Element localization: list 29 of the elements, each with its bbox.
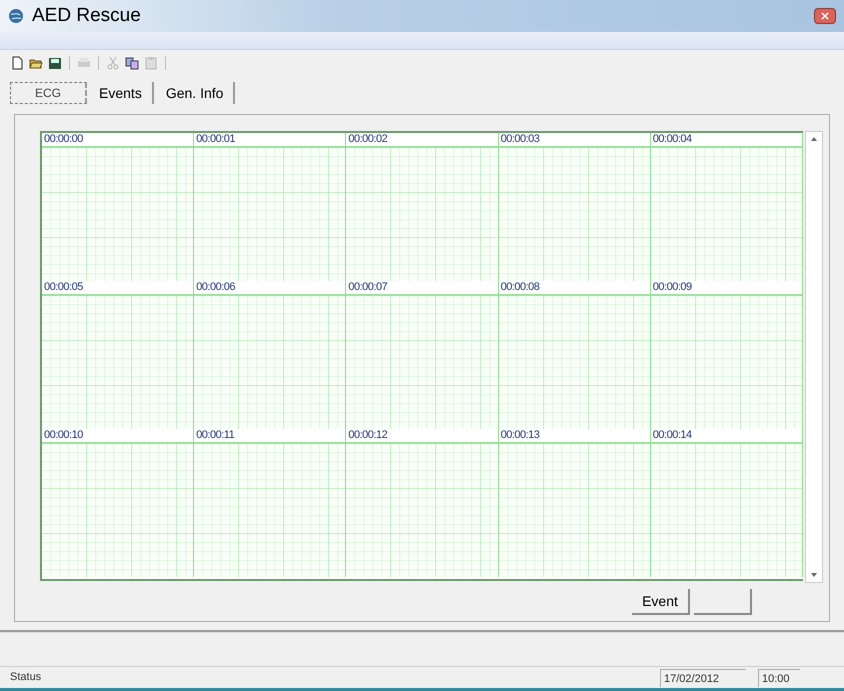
time-label: 00:00:09 (652, 282, 692, 293)
tab[interactable]: Gen. Info (156, 82, 236, 104)
new-document-icon[interactable] (10, 56, 24, 70)
time-label: 00:00:12 (347, 430, 388, 441)
close-icon (821, 12, 829, 20)
time-label: 00:00:08 (500, 282, 540, 293)
time-label: 00:00:13 (500, 430, 540, 441)
time-label: 00:00:11 (195, 430, 234, 441)
time-label: 00:00:10 (43, 430, 83, 441)
copy-icon[interactable] (125, 56, 139, 70)
event-button[interactable]: Event (632, 589, 690, 615)
close-button[interactable] (814, 8, 836, 24)
window-title: AED Rescue (32, 4, 141, 28)
time-label: 00:00:06 (195, 282, 236, 293)
time-label: 00:00:04 (652, 134, 692, 145)
time-label: 00:00:02 (347, 134, 388, 145)
tab[interactable]: ECG (10, 82, 88, 104)
time-label: 00:00:07 (347, 282, 388, 293)
scrollbar[interactable] (805, 131, 823, 583)
status-time: 10:00 (758, 668, 800, 686)
status-date: 17/02/2012 (660, 668, 746, 686)
time-label: 00:00:01 (195, 134, 236, 145)
time-label: 00:00:00 (43, 134, 83, 145)
time-label: 00:00:05 (43, 282, 83, 293)
time-label: 00:00:14 (652, 430, 692, 441)
globe-icon (8, 8, 24, 24)
status-text: Status (9, 670, 42, 686)
tab[interactable]: Events (89, 82, 154, 104)
time-label: 00:00:03 (500, 134, 540, 145)
